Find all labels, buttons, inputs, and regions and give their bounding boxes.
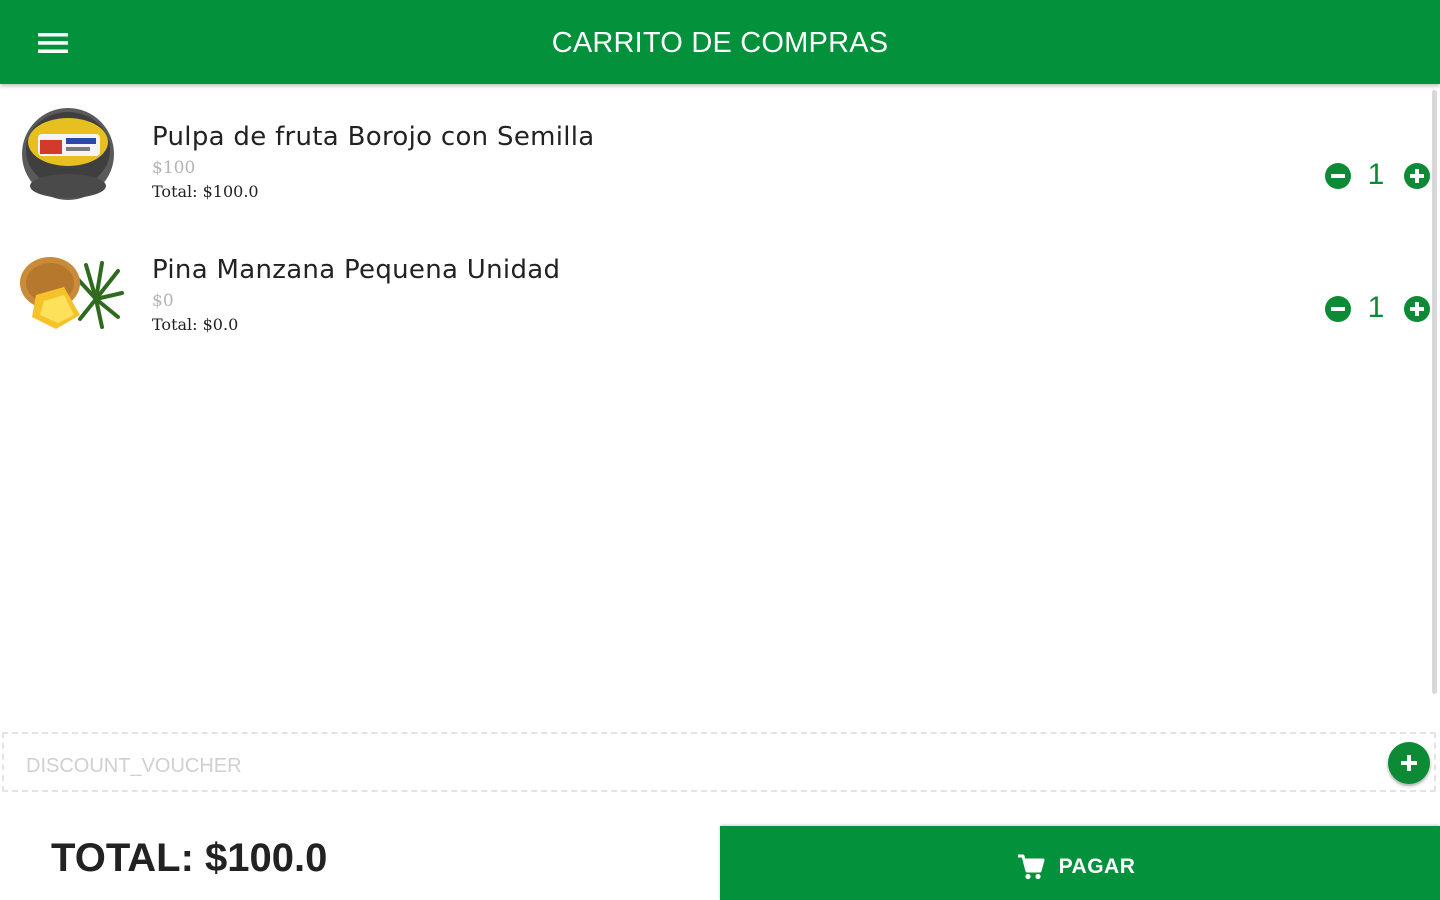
minus-circle-icon — [1325, 296, 1351, 322]
quantity-stepper: 1 — [1320, 158, 1430, 192]
pay-button[interactable]: PAGAR — [720, 826, 1440, 900]
cart-item: Pina Manzana Pequena Unidad $0 Total: $0… — [0, 231, 1430, 361]
scrollbar[interactable] — [1432, 90, 1437, 694]
plus-circle-icon — [1404, 296, 1430, 322]
shopping-cart-icon — [1017, 853, 1045, 881]
decrease-quantity-button[interactable] — [1325, 163, 1351, 189]
product-name: Pulpa de fruta Borojo con Semilla — [152, 122, 595, 152]
quantity-value: 1 — [1367, 291, 1385, 324]
quantity-stepper: 1 — [1320, 291, 1430, 325]
plus-circle-icon — [1404, 163, 1430, 189]
minus-circle-icon — [1325, 163, 1351, 189]
discount-voucher-input[interactable] — [24, 748, 1328, 784]
increase-quantity-button[interactable] — [1404, 296, 1430, 322]
product-image — [14, 235, 126, 339]
quantity-value: 1 — [1367, 158, 1385, 191]
discount-voucher-field — [2, 732, 1436, 792]
product-total: Total: $0.0 — [152, 315, 239, 334]
cart-item: Pulpa de fruta Borojo con Semilla $100 T… — [0, 98, 1430, 228]
product-unit-price: $100 — [152, 158, 196, 178]
increase-quantity-button[interactable] — [1404, 163, 1430, 189]
cart-total: TOTAL: $100.0 — [51, 836, 328, 880]
page-title: CARRITO DE COMPRAS — [551, 27, 889, 59]
pay-button-label: PAGAR — [1058, 855, 1136, 878]
shopping-cart-screen: CARRITO DE COMPRAS Pulpa de fruta Borojo… — [0, 0, 1440, 900]
product-unit-price: $0 — [152, 291, 174, 311]
decrease-quantity-button[interactable] — [1325, 296, 1351, 322]
product-total: Total: $100.0 — [152, 182, 259, 201]
product-name: Pina Manzana Pequena Unidad — [152, 255, 561, 285]
plus-icon — [1388, 742, 1430, 784]
app-bar: CARRITO DE COMPRAS — [0, 0, 1440, 84]
cart-list[interactable]: Pulpa de fruta Borojo con Semilla $100 T… — [0, 88, 1440, 708]
apply-voucher-button[interactable] — [1388, 742, 1430, 784]
product-image — [14, 102, 126, 206]
